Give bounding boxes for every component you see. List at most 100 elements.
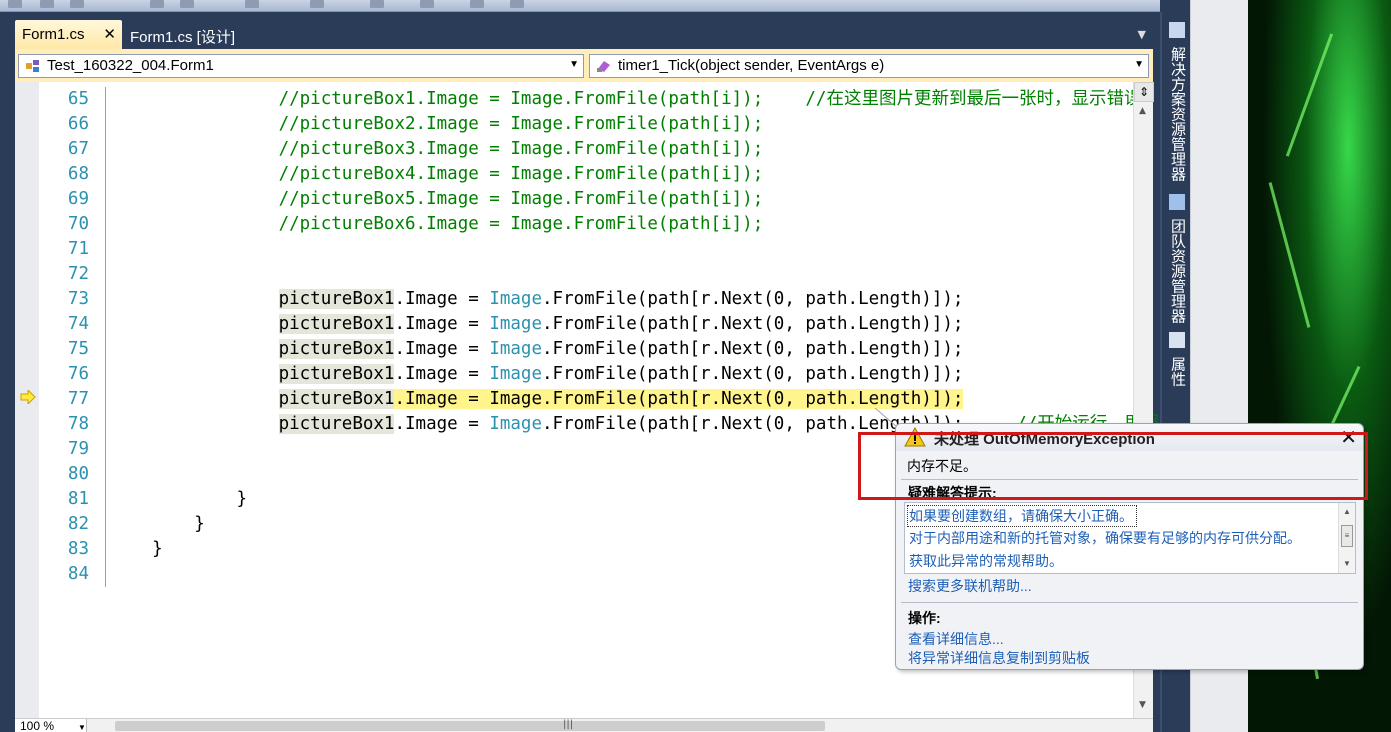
annotation-highlight-box [858, 432, 1368, 500]
toolbar-button-icon[interactable] [470, 0, 484, 8]
code-text: pictureBox1.Image = Image.FromFile(path[… [110, 387, 964, 412]
scroll-thumb[interactable]: ≡ [1341, 525, 1353, 547]
scroll-up-icon[interactable]: ▲ [1139, 106, 1146, 116]
team-explorer-icon [1169, 194, 1185, 210]
code-line[interactable]: 75 pictureBox1.Image = Image.FromFile(pa… [39, 337, 1129, 362]
code-type-token: Image [489, 339, 542, 359]
code-line[interactable]: 71 [39, 237, 1129, 262]
navigation-bar: Test_160322_004.Form1 ▼ timer1_Tick(obje… [15, 49, 1153, 82]
tab-properties[interactable]: 属性 [1166, 332, 1188, 386]
code-comment: //pictureBox3.Image = Image.FromFile(pat… [278, 139, 764, 159]
toolbar [0, 0, 1160, 12]
toolbar-button-icon[interactable] [70, 0, 84, 8]
code-text: pictureBox1.Image = Image.FromFile(path[… [110, 312, 963, 337]
code-brace: } [194, 514, 205, 534]
tab-team-explorer[interactable]: 团队资源管理器 [1166, 194, 1188, 323]
code-line[interactable]: 72 [39, 262, 1129, 287]
scroll-down-icon[interactable]: ▼ [1343, 559, 1351, 568]
toolbar-button-icon[interactable] [420, 0, 434, 8]
tip-link[interactable]: 如果要创建数组，请确保大小正确。 [907, 505, 1137, 527]
statement-rest: .Image = Image.FromFile(path[r.Next(0, p… [394, 364, 963, 384]
line-number: 66 [67, 114, 89, 134]
code-text: //pictureBox3.Image = Image.FromFile(pat… [110, 137, 764, 162]
line-number: 67 [67, 139, 89, 159]
scroll-down-icon[interactable]: ▼ [1139, 700, 1146, 710]
toolbar-button-icon[interactable] [40, 0, 54, 8]
code-line[interactable]: 76 pictureBox1.Image = Image.FromFile(pa… [39, 362, 1129, 387]
outline-guide [105, 537, 106, 562]
code-brace: } [236, 489, 247, 509]
code-token: .FromFile(path[r.Next(0, path.Length)]); [542, 314, 964, 334]
code-token: .FromFile(path[r.Next(0, path.Length)]); [542, 389, 964, 409]
code-text: //pictureBox6.Image = Image.FromFile(pat… [110, 212, 764, 237]
line-number: 68 [67, 164, 89, 184]
code-text: } [110, 537, 163, 562]
code-comment: //pictureBox5.Image = Image.FromFile(pat… [278, 189, 764, 209]
code-line[interactable]: 68 //pictureBox4.Image = Image.FromFile(… [39, 162, 1129, 187]
code-line[interactable]: 74 pictureBox1.Image = Image.FromFile(pa… [39, 312, 1129, 337]
line-number: 80 [67, 464, 89, 484]
side-tab-label: 属性 [1169, 356, 1186, 387]
tip-link[interactable]: 获取此异常的常规帮助。 [909, 551, 1063, 571]
code-token: .FromFile(path[r.Next(0, path.Length)]); [542, 289, 964, 309]
side-tab-label: 解决方案资源管理器 [1169, 46, 1186, 182]
toolbar-button-icon[interactable] [180, 0, 194, 8]
code-token: .Image = [394, 414, 490, 434]
code-text: } [110, 487, 247, 512]
view-detail-link[interactable]: 查看详细信息... [908, 629, 1004, 649]
toolbar-button-icon[interactable] [510, 0, 524, 8]
code-token: .Image = [394, 364, 490, 384]
code-line[interactable]: 67 //pictureBox3.Image = Image.FromFile(… [39, 137, 1129, 162]
code-line[interactable]: 70 //pictureBox6.Image = Image.FromFile(… [39, 212, 1129, 237]
line-number: 81 [67, 489, 89, 509]
tab-solution-explorer[interactable]: 解决方案资源管理器 [1166, 22, 1188, 181]
toolbar-button-icon[interactable] [8, 0, 22, 8]
code-text: //pictureBox1.Image = Image.FromFile(pat… [110, 87, 1159, 112]
code-line[interactable]: 65 //pictureBox1.Image = Image.FromFile(… [39, 87, 1159, 112]
toolbar-button-icon[interactable] [310, 0, 324, 8]
code-text: pictureBox1.Image = Image.FromFile(path[… [110, 287, 963, 312]
code-line[interactable]: 73 pictureBox1.Image = Image.FromFile(pa… [39, 287, 1129, 312]
line-number: 74 [67, 314, 89, 334]
code-line[interactable]: 69 //pictureBox5.Image = Image.FromFile(… [39, 187, 1129, 212]
method-icon [597, 61, 610, 72]
toolbar-button-icon[interactable] [370, 0, 384, 8]
tab-form1-cs[interactable]: Form1.cs ✕ [15, 20, 122, 49]
code-comment: //pictureBox1.Image = Image.FromFile(pat… [278, 89, 1159, 109]
code-line[interactable]: 66 //pictureBox2.Image = Image.FromFile(… [39, 112, 1129, 137]
tab-list-dropdown-icon[interactable]: ▼ [1138, 28, 1146, 41]
chevron-down-icon[interactable]: ▼ [569, 59, 579, 70]
code-token: .FromFile(path[r.Next(0, path.Length)]); [542, 339, 964, 359]
member-selector-dropdown[interactable]: timer1_Tick(object sender, EventArgs e) … [589, 54, 1149, 78]
code-type-token: Image [489, 414, 542, 434]
code-identifier: pictureBox1 [278, 414, 395, 434]
copy-exception-detail-link[interactable]: 将异常详细信息复制到剪贴板 [908, 648, 1090, 668]
type-selector-value: Test_160322_004.Form1 [47, 57, 214, 74]
code-text: //pictureBox2.Image = Image.FromFile(pat… [110, 112, 764, 137]
tip-link[interactable]: 对于内部用途和新的托管对象，确保要有足够的内存可供分配。 [909, 528, 1301, 548]
horizontal-scroll-thumb[interactable]: ||| [115, 719, 825, 731]
zoom-selector[interactable]: 100 % ▼ [15, 719, 87, 732]
statement-rest: .Image = Image.FromFile(path[r.Next(0, p… [394, 339, 963, 359]
code-identifier: pictureBox1 [278, 364, 395, 384]
line-number: 70 [67, 214, 89, 234]
code-token: .Image = [394, 339, 490, 359]
tips-scrollbar[interactable]: ▲ ≡ ▼ [1338, 503, 1355, 573]
line-number: 75 [67, 339, 89, 359]
type-selector-dropdown[interactable]: Test_160322_004.Form1 ▼ [18, 54, 584, 78]
code-line[interactable]: 77 pictureBox1.Image = Image.FromFile(pa… [39, 387, 1129, 412]
tab-form1-design[interactable]: Form1.cs [设计] [123, 20, 243, 49]
chevron-down-icon[interactable]: ▼ [1134, 59, 1144, 70]
split-handle-icon[interactable]: ⇕ [1134, 82, 1154, 102]
scroll-up-icon[interactable]: ▲ [1343, 507, 1351, 516]
chevron-down-icon[interactable]: ▼ [78, 721, 86, 732]
close-icon[interactable]: ✕ [103, 25, 116, 43]
statement-rest: .Image = Image.FromFile(path[r.Next(0, p… [394, 289, 963, 309]
code-brace: } [152, 539, 163, 559]
search-online-help-link[interactable]: 搜索更多联机帮助... [908, 576, 1032, 596]
code-identifier: pictureBox1 [278, 289, 395, 309]
toolbar-button-icon[interactable] [150, 0, 164, 8]
code-identifier: pictureBox1 [278, 314, 395, 334]
code-token: .Image = [394, 314, 490, 334]
toolbar-button-icon[interactable] [245, 0, 259, 8]
